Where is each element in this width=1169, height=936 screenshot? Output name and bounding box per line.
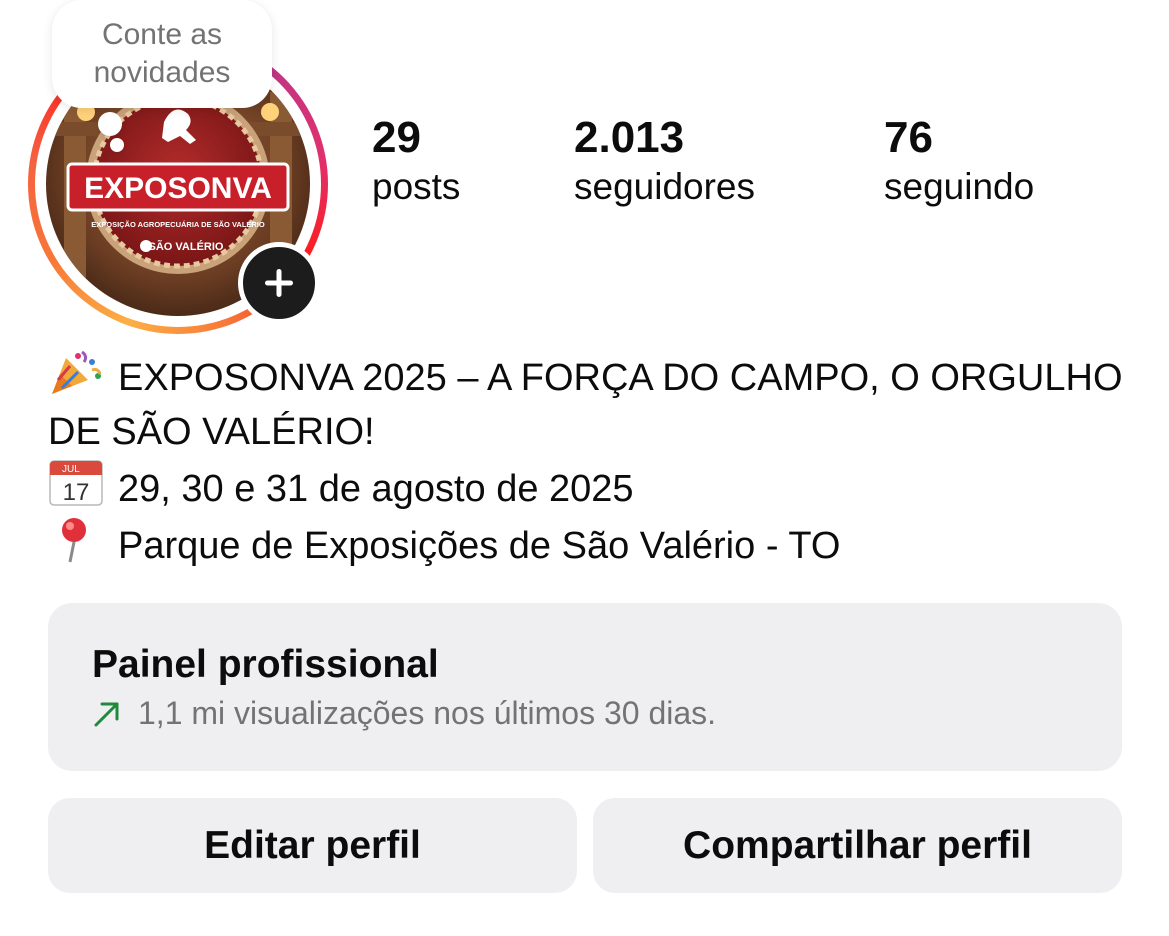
share-profile-button[interactable]: Compartilhar perfil xyxy=(593,798,1122,893)
following-count: 76 xyxy=(884,113,933,162)
professional-dashboard[interactable]: Painel profissional 1,1 mi visualizações… xyxy=(48,603,1122,771)
following-stat[interactable]: 76 seguindo xyxy=(884,112,1034,210)
dashboard-subtitle: 1,1 mi visualizações nos últimos 30 dias… xyxy=(138,695,717,731)
svg-text:SÃO VALÉRIO: SÃO VALÉRIO xyxy=(149,240,224,253)
party-popper-icon xyxy=(48,348,104,394)
profile-bio: EXPOSONVA 2025 – A FORÇA DO CAMPO, O ORG… xyxy=(48,348,1128,573)
bio-line-title: EXPOSONVA 2025 – A FORÇA DO CAMPO, O ORG… xyxy=(48,348,1128,459)
note-bubble[interactable]: Conte as novidades xyxy=(52,0,272,108)
followers-count: 2.013 xyxy=(574,113,685,162)
posts-stat[interactable]: 29 posts xyxy=(372,112,460,210)
followers-stat[interactable]: 2.013 seguidores xyxy=(574,112,755,210)
calendar-icon: JUL 17 xyxy=(48,459,104,506)
dashboard-subtitle-row: 1,1 mi visualizações nos últimos 30 dias… xyxy=(92,693,1078,733)
note-bubble-tail-large xyxy=(98,112,122,136)
add-story-button[interactable] xyxy=(238,242,320,324)
bio-dates-text: 29, 30 e 31 de agosto de 2025 xyxy=(118,468,634,510)
following-label: seguindo xyxy=(884,166,1035,207)
note-bubble-tail-small xyxy=(110,138,124,152)
pin-icon xyxy=(48,516,104,563)
posts-count: 29 xyxy=(372,113,421,162)
trend-up-arrow-icon xyxy=(92,698,122,728)
svg-text:EXPOSIÇÃO AGROPECUÁRIA DE SÃO: EXPOSIÇÃO AGROPECUÁRIA DE SÃO VALÉRIO xyxy=(91,220,265,229)
bio-line-location: Parque de Exposições de São Valério - TO xyxy=(48,516,1128,573)
note-text: Conte as novidades xyxy=(93,18,231,89)
dashboard-title: Painel profissional xyxy=(92,643,439,686)
edit-profile-button[interactable]: Editar perfil xyxy=(48,798,577,893)
bio-location-text: Parque de Exposições de São Valério - TO xyxy=(118,525,841,567)
svg-text:JUL: JUL xyxy=(62,464,80,475)
svg-text:17: 17 xyxy=(63,479,90,506)
followers-label: seguidores xyxy=(574,166,756,207)
posts-label: posts xyxy=(372,166,461,207)
bio-title-text: EXPOSONVA 2025 – A FORÇA DO CAMPO, O ORG… xyxy=(48,357,1123,453)
bio-line-dates: JUL 17 29, 30 e 31 de agosto de 2025 xyxy=(48,459,1128,516)
plus-icon xyxy=(265,269,293,297)
svg-text:EXPOSONVA: EXPOSONVA xyxy=(84,172,272,205)
